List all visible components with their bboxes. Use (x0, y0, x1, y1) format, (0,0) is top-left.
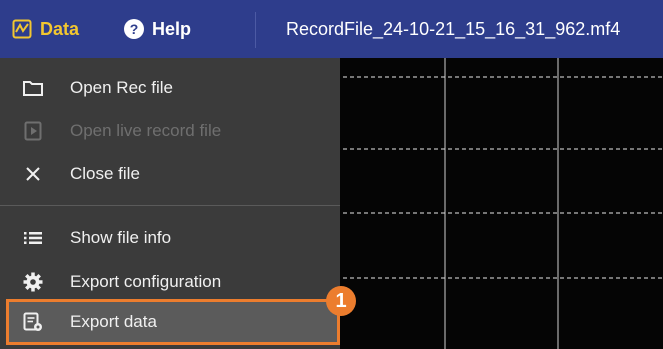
close-icon (22, 163, 44, 185)
menu-item-label: Export configuration (70, 272, 222, 291)
menu-item-label: Export data (70, 312, 157, 331)
play-file-icon (22, 120, 44, 142)
chart-icon (12, 19, 32, 39)
folder-icon (22, 77, 44, 99)
menu-item-close-file[interactable]: Close file (0, 154, 340, 194)
menu-item-label: Close file (70, 164, 140, 183)
menu-item-open-live-record-file: Open live record file (0, 111, 340, 151)
help-menu-label: Help (152, 18, 192, 39)
callout-badge: 1 (326, 286, 356, 316)
help-icon: ? (124, 19, 144, 39)
export-data-icon (22, 311, 44, 333)
data-menu-label: Data (40, 18, 80, 39)
top-menu-bar: Data ? Help RecordFile_24-10-21_15_16_31… (0, 0, 663, 58)
data-menu-button[interactable]: Data (12, 0, 79, 58)
menu-item-export-data[interactable]: Export data (6, 299, 340, 345)
menu-item-label: Open live record file (70, 121, 222, 140)
file-title: RecordFile_24-10-21_15_16_31_962.mf4 (286, 18, 621, 39)
menu-divider (0, 205, 340, 206)
menu-item-label: Open Rec file (70, 78, 173, 97)
menu-item-label: Show file info (70, 228, 172, 247)
menu-item-export-configuration[interactable]: Export configuration (0, 262, 340, 302)
list-icon (22, 227, 44, 249)
menu-item-show-file-info[interactable]: Show file info (0, 218, 340, 258)
gear-icon (22, 271, 44, 293)
menu-item-open-rec-file[interactable]: Open Rec file (0, 68, 340, 108)
toolbar-divider (255, 12, 256, 48)
help-menu-button[interactable]: ? Help (124, 0, 191, 58)
